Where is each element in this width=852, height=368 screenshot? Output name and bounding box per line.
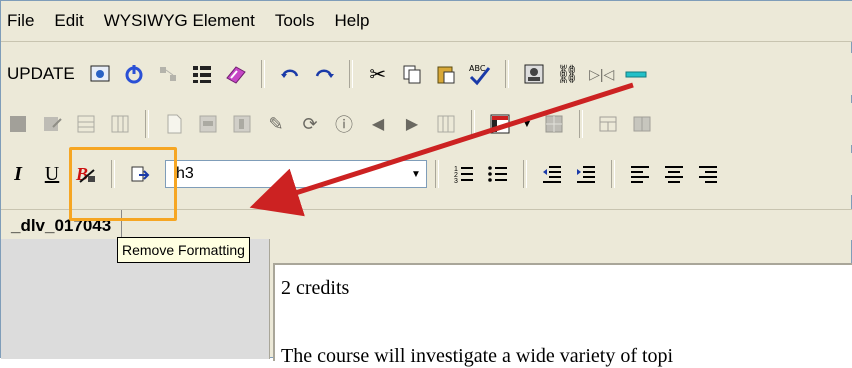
columns-icon[interactable] <box>432 110 460 138</box>
separator <box>504 60 509 88</box>
svg-text:ABC: ABC <box>469 64 486 73</box>
menu-file[interactable]: File <box>1 1 48 41</box>
layout-dropdown-icon[interactable]: ▼ <box>520 110 534 138</box>
separator <box>579 110 583 138</box>
separator <box>471 110 475 138</box>
delete-row-icon[interactable] <box>194 110 222 138</box>
separator <box>435 160 439 188</box>
list-icon[interactable] <box>188 60 216 88</box>
align-left-icon[interactable] <box>626 160 654 188</box>
forward-icon[interactable]: ▶ <box>398 110 426 138</box>
power-icon[interactable] <box>120 60 148 88</box>
menu-wysiwyg-element[interactable]: WYSIWYG Element <box>98 1 269 41</box>
image-icon[interactable] <box>520 60 548 88</box>
ordered-list-icon[interactable]: 123 <box>450 160 478 188</box>
align-center-icon[interactable] <box>660 160 688 188</box>
split-cells-icon[interactable] <box>628 110 656 138</box>
separator <box>348 60 353 88</box>
paste-icon[interactable] <box>432 60 460 88</box>
menu-help[interactable]: Help <box>329 1 384 41</box>
editor-content[interactable]: 2 credits The course will investigate a … <box>273 263 852 367</box>
merge-cells-icon[interactable] <box>594 110 622 138</box>
new-page-icon[interactable] <box>160 110 188 138</box>
form-field-icon[interactable]: ✎ <box>262 110 290 138</box>
menu-tools[interactable]: Tools <box>269 1 329 41</box>
separator <box>523 160 527 188</box>
delete-column-icon[interactable] <box>228 110 256 138</box>
spellcheck-icon[interactable]: ABC <box>466 60 494 88</box>
back-icon[interactable]: ◀ <box>364 110 392 138</box>
preview-icon[interactable] <box>86 60 114 88</box>
update-button[interactable]: UPDATE <box>1 64 83 84</box>
network-icon[interactable] <box>154 60 182 88</box>
indent-icon[interactable] <box>572 160 600 188</box>
toolbar-row-1: UPDATE ✂ ABC ⛓ ▷|◁ <box>1 53 852 95</box>
cut-icon[interactable]: ✂ <box>364 60 392 88</box>
undo-icon[interactable] <box>276 60 304 88</box>
separator <box>611 160 615 188</box>
table-properties-icon[interactable] <box>38 110 66 138</box>
underline-button[interactable]: U <box>38 160 66 188</box>
menu-bar: File Edit WYSIWYG Element Tools Help <box>1 1 852 42</box>
separator <box>260 60 265 88</box>
anchor-icon[interactable]: ▷|◁ <box>588 60 616 88</box>
highlight-box <box>69 147 177 221</box>
grid-icon[interactable] <box>540 110 568 138</box>
editor-window: File Edit WYSIWYG Element Tools Help UPD… <box>0 0 852 367</box>
layout-icon[interactable] <box>486 110 514 138</box>
editor-text-line[interactable]: The course will investigate a wide varie… <box>281 345 673 368</box>
insert-column-icon[interactable] <box>106 110 134 138</box>
svg-text:3: 3 <box>454 178 458 185</box>
copy-icon[interactable] <box>398 60 426 88</box>
bulleted-list-icon[interactable] <box>484 160 512 188</box>
outdent-icon[interactable] <box>538 160 566 188</box>
book-icon[interactable] <box>222 60 250 88</box>
insert-row-icon[interactable] <box>72 110 100 138</box>
separator <box>145 110 149 138</box>
table-icon[interactable] <box>4 110 32 138</box>
horizontal-rule-icon[interactable] <box>622 60 650 88</box>
editor-text-line[interactable]: 2 credits <box>281 277 349 300</box>
link-icon[interactable]: ⛓ <box>554 60 582 88</box>
refresh-icon[interactable]: ⟳ <box>296 110 324 138</box>
toolbar-row-2: ✎ ⟳ ⓘ ◀ ▶ ▼ <box>1 103 852 145</box>
redo-icon[interactable] <box>310 60 338 88</box>
align-right-icon[interactable] <box>694 160 722 188</box>
tooltip: Remove Formatting <box>117 237 250 263</box>
format-style-select[interactable]: h3 ▼ <box>165 160 427 188</box>
chevron-down-icon[interactable]: ▼ <box>406 161 426 187</box>
italic-button[interactable]: I <box>4 160 32 188</box>
menu-edit[interactable]: Edit <box>48 1 97 41</box>
info-icon[interactable]: ⓘ <box>330 110 358 138</box>
